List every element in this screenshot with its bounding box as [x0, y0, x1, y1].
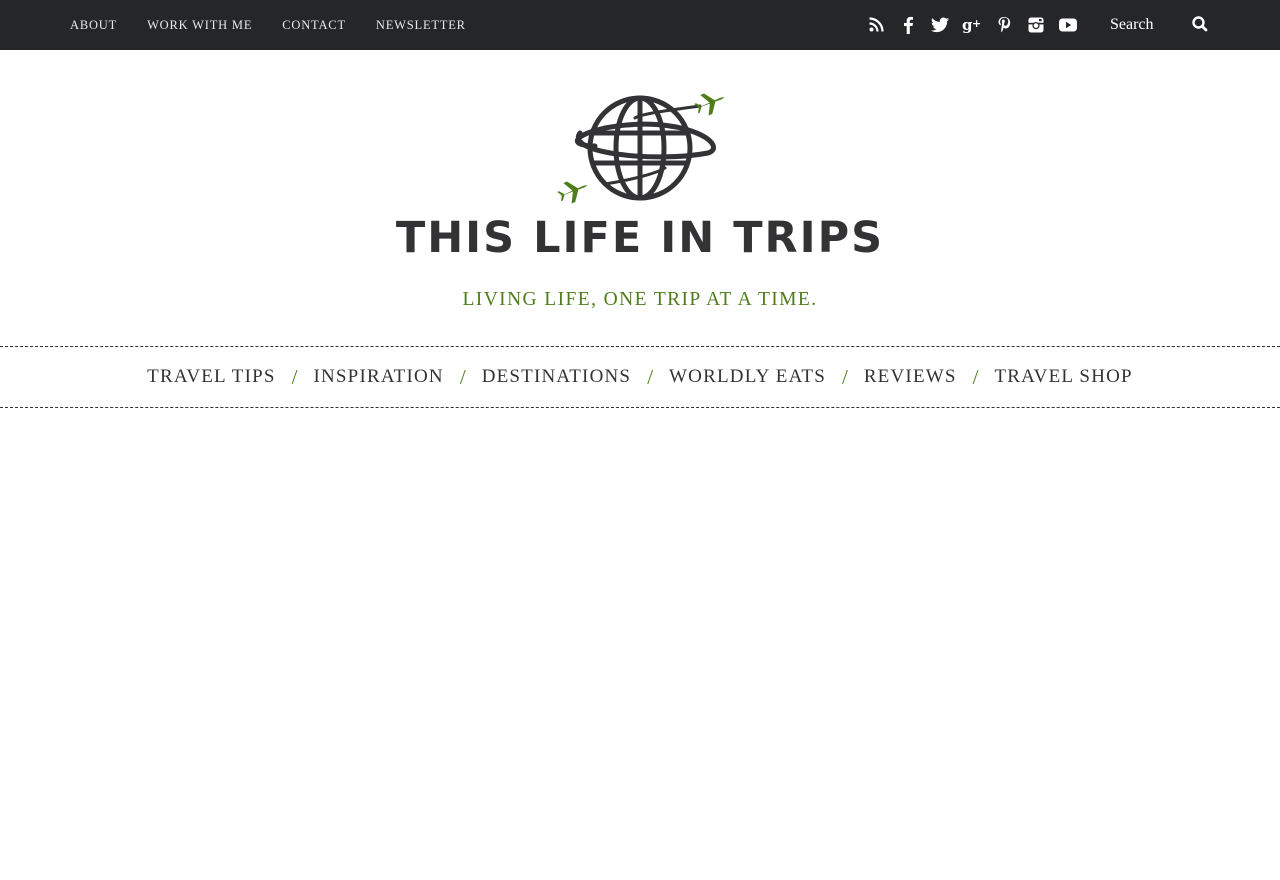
nav-travel-shop[interactable]: TRAVEL SHOP [995, 366, 1133, 388]
facebook-icon[interactable] [896, 13, 920, 37]
top-bar: ABOUT WORK WITH ME CONTACT NEWSLETTER g [0, 0, 1280, 50]
nav-destinations[interactable]: DESTINATIONS [482, 366, 632, 388]
rss-icon[interactable] [864, 13, 888, 37]
nav-worldly-eats[interactable]: WORLDLY EATS [669, 366, 826, 388]
search-icon[interactable] [1190, 14, 1210, 34]
top-nav: ABOUT WORK WITH ME CONTACT NEWSLETTER [70, 0, 496, 50]
nav-travel-tips[interactable]: TRAVEL TIPS [147, 366, 275, 388]
search-input[interactable]: Search [1110, 0, 1154, 50]
top-nav-about[interactable]: ABOUT [70, 18, 117, 33]
twitter-icon[interactable] [928, 13, 952, 37]
site-title[interactable]: THIS LIFE IN TRIPS [0, 212, 1280, 264]
pinterest-icon[interactable] [992, 13, 1016, 37]
youtube-icon[interactable] [1056, 13, 1080, 37]
top-nav-work-with-me[interactable]: WORK WITH ME [147, 18, 252, 33]
svg-text:+: + [972, 17, 981, 30]
top-nav-contact[interactable]: CONTACT [282, 18, 346, 33]
nav-separator: / [841, 364, 848, 389]
nav-separator: / [459, 364, 466, 389]
social-icons: g + [864, 0, 1088, 50]
site-tagline: LIVING LIFE, ONE TRIP AT A TIME. [462, 289, 818, 310]
nav-reviews[interactable]: REVIEWS [864, 366, 957, 388]
google-plus-icon[interactable]: g + [960, 13, 984, 37]
top-nav-newsletter[interactable]: NEWSLETTER [376, 18, 466, 33]
nav-separator: / [291, 364, 298, 389]
main-nav: TRAVEL TIPS / INSPIRATION / DESTINATIONS… [0, 346, 1280, 408]
nav-separator: / [972, 364, 979, 389]
nav-separator: / [647, 364, 654, 389]
globe-with-planes-icon [557, 93, 725, 204]
instagram-icon[interactable] [1024, 13, 1048, 37]
nav-inspiration[interactable]: INSPIRATION [313, 366, 443, 388]
